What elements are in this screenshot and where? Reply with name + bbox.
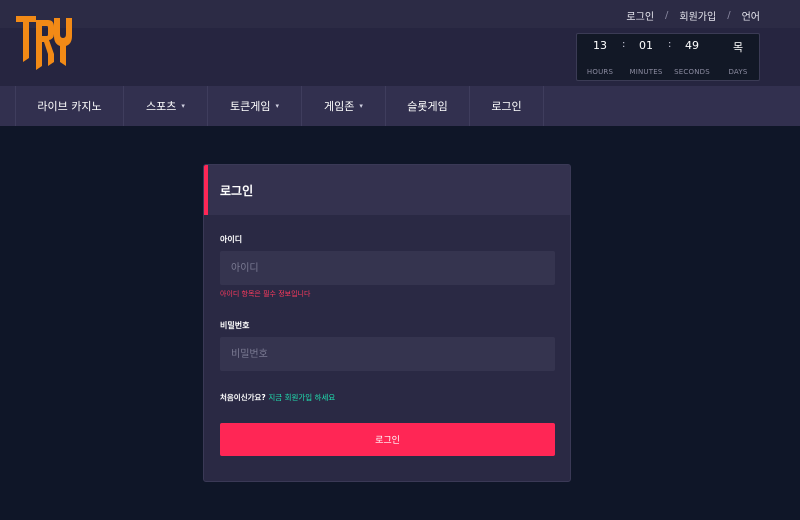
id-error-message: 아이디 항목은 필수 정보입니다 bbox=[220, 290, 311, 298]
nav-label: 슬롯게임 bbox=[407, 100, 448, 113]
nav-item-slot-game[interactable]: 슬롯게임 bbox=[385, 86, 469, 126]
days-label: DAYS bbox=[728, 68, 748, 76]
top-signup-link[interactable]: 회원가입 bbox=[679, 8, 716, 23]
countdown-days: 목 DAYS bbox=[715, 34, 761, 76]
countdown-hours: 13 HOURS bbox=[577, 34, 623, 76]
countdown-timer: 13 HOURS : 01 MINUTES : 49 SECONDS 목 DAY… bbox=[576, 33, 760, 81]
logo-icon[interactable] bbox=[14, 14, 74, 72]
password-input[interactable] bbox=[220, 337, 555, 371]
nav-label: 스포츠 bbox=[146, 100, 177, 113]
nav-label: 로그인 bbox=[491, 100, 522, 113]
id-label: 아이디 bbox=[220, 235, 243, 244]
hours-value: 13 bbox=[593, 39, 607, 52]
top-links: 로그인 / 회원가입 / 언어 bbox=[626, 8, 760, 23]
caret-down-icon: ▾ bbox=[275, 102, 279, 110]
signup-link[interactable]: 지금 회원가입 하세요 bbox=[268, 393, 335, 402]
main-nav: 라이브 카지노 스포츠 ▾ 토큰게임 ▾ 게임존 ▾ 슬롯게임 로그인 bbox=[0, 86, 800, 126]
seconds-value: 49 bbox=[685, 39, 699, 52]
signup-prompt-text: 처음이신가요? bbox=[220, 393, 266, 402]
hours-label: HOURS bbox=[586, 68, 614, 76]
days-value: 목 bbox=[732, 41, 744, 54]
nav-label: 라이브 카지노 bbox=[37, 100, 102, 113]
nav-item-login[interactable]: 로그인 bbox=[469, 86, 544, 126]
minutes-value: 01 bbox=[639, 39, 653, 52]
caret-down-icon: ▾ bbox=[359, 102, 363, 110]
nav-label: 토큰게임 bbox=[230, 100, 271, 113]
top-login-link[interactable]: 로그인 bbox=[626, 8, 654, 23]
nav-label: 게임존 bbox=[324, 100, 355, 113]
countdown-minutes: 01 MINUTES bbox=[623, 34, 669, 76]
separator: / bbox=[727, 10, 731, 21]
caret-down-icon: ▾ bbox=[181, 102, 185, 110]
login-button[interactable]: 로그인 bbox=[220, 423, 555, 456]
signup-prompt: 처음이신가요? 지금 회원가입 하세요 bbox=[220, 392, 335, 403]
nav-item-token-game[interactable]: 토큰게임 ▾ bbox=[207, 86, 301, 126]
login-card: 로그인 아이디 아이디 항목은 필수 정보입니다 비밀번호 처음이신가요? 지금… bbox=[203, 164, 571, 482]
password-label: 비밀번호 bbox=[220, 321, 250, 330]
login-title: 로그인 bbox=[220, 184, 254, 198]
top-bar: 로그인 / 회원가입 / 언어 bbox=[0, 0, 800, 28]
accent-bar bbox=[204, 165, 208, 215]
top-language-link[interactable]: 언어 bbox=[742, 8, 760, 23]
minutes-label: MINUTES bbox=[629, 68, 663, 76]
id-input[interactable] bbox=[220, 251, 555, 285]
separator: / bbox=[665, 10, 669, 21]
login-card-header: 로그인 bbox=[204, 165, 570, 215]
nav-item-live-casino[interactable]: 라이브 카지노 bbox=[15, 86, 123, 126]
nav-item-game-zone[interactable]: 게임존 ▾ bbox=[301, 86, 385, 126]
nav-item-sports[interactable]: 스포츠 ▾ bbox=[123, 86, 207, 126]
seconds-label: SECONDS bbox=[674, 68, 710, 76]
countdown-seconds: 49 SECONDS bbox=[669, 34, 715, 76]
